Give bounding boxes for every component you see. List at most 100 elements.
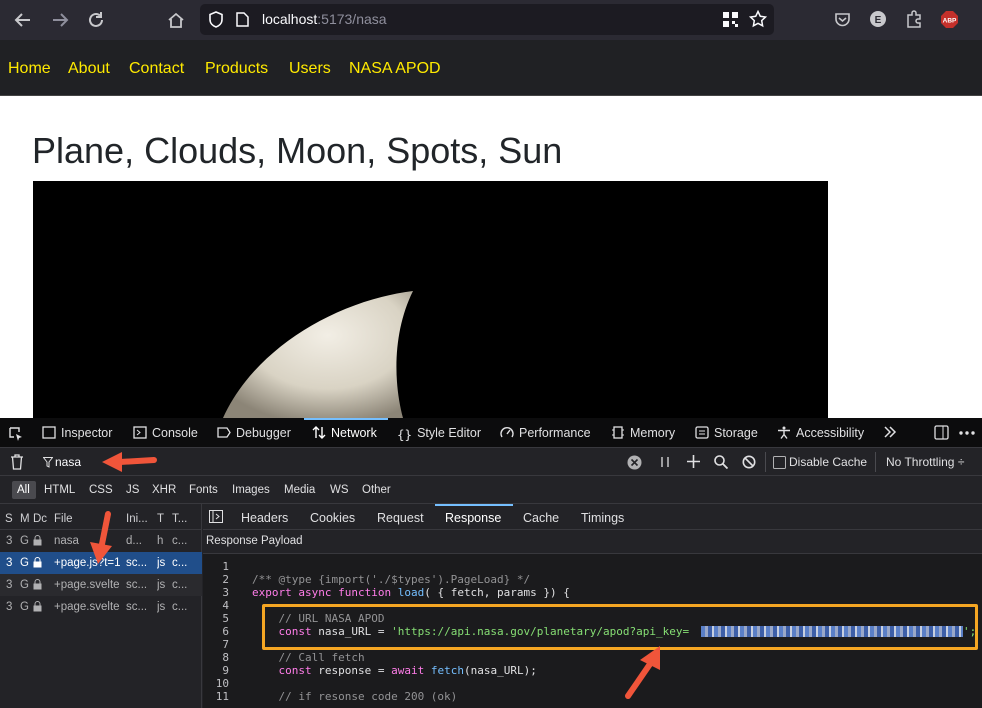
- code-text: response =: [318, 664, 392, 677]
- nav-link-products[interactable]: Products: [205, 60, 268, 78]
- url-bar[interactable]: localhost:5173/nasa: [200, 4, 774, 35]
- code-keyword: await: [391, 664, 431, 677]
- cell-type: js: [157, 601, 166, 613]
- tab-debugger[interactable]: Debugger: [217, 426, 291, 440]
- cell-transferred: c...: [172, 601, 188, 613]
- extension-e-icon[interactable]: E: [869, 10, 887, 28]
- type-filter-ws[interactable]: WS: [330, 484, 349, 496]
- tab-performance[interactable]: Performance: [500, 426, 591, 440]
- filter-urls-input[interactable]: [55, 454, 615, 470]
- request-list: S M Dc File Ini... T T... 3 G nasa d... …: [0, 504, 202, 708]
- col-file[interactable]: File: [54, 513, 73, 525]
- tab-cache[interactable]: Cache: [523, 511, 559, 525]
- type-filter-media[interactable]: Media: [284, 484, 315, 496]
- response-payload-label: Response Payload: [206, 535, 303, 547]
- table-row[interactable]: 3 G +page.svelte sc... js c...: [0, 596, 202, 618]
- block-icon[interactable]: [742, 455, 756, 469]
- overflow-chevrons-icon[interactable]: [883, 425, 897, 439]
- response-payload-header[interactable]: Response Payload: [203, 530, 982, 554]
- svg-text:E: E: [875, 15, 882, 26]
- adblock-plus-icon[interactable]: ABP: [940, 10, 959, 29]
- nav-link-contact[interactable]: Contact: [129, 60, 184, 78]
- type-filter-images[interactable]: Images: [232, 484, 270, 496]
- tab-style-editor[interactable]: {} Style Editor: [397, 426, 481, 442]
- search-icon[interactable]: [714, 455, 728, 469]
- back-icon[interactable]: [14, 12, 32, 28]
- clear-filter-icon[interactable]: [627, 455, 642, 470]
- pocket-icon[interactable]: [834, 11, 851, 28]
- trash-icon[interactable]: [10, 454, 24, 470]
- element-picker-icon[interactable]: [8, 426, 24, 442]
- network-icon: [312, 426, 326, 439]
- storage-icon: [695, 426, 709, 439]
- cell-file: +page.svelte: [54, 579, 120, 591]
- tab-storage[interactable]: Storage: [695, 426, 758, 440]
- reload-icon[interactable]: [87, 11, 105, 29]
- disable-cache-checkbox[interactable]: [773, 456, 786, 469]
- type-filter-other[interactable]: Other: [362, 484, 391, 496]
- col-method[interactable]: M: [20, 513, 30, 525]
- col-domain[interactable]: Dc: [33, 513, 47, 525]
- type-filter-css[interactable]: CSS: [89, 484, 113, 496]
- col-status[interactable]: S: [5, 513, 13, 525]
- tab-accessibility[interactable]: Accessibility: [777, 426, 864, 440]
- tab-cookies[interactable]: Cookies: [310, 511, 355, 525]
- cell-method: G: [20, 601, 29, 613]
- nav-link-home[interactable]: Home: [8, 60, 51, 78]
- cell-initiator: d...: [126, 535, 142, 547]
- disable-cache-label[interactable]: Disable Cache: [789, 455, 867, 469]
- toggle-sidebar-icon[interactable]: [209, 510, 223, 523]
- table-row[interactable]: 3 G nasa d... h c...: [0, 530, 202, 552]
- table-row-selected[interactable]: 3 G +page.js?t=1 sc... js c...: [0, 552, 202, 574]
- tab-headers[interactable]: Headers: [241, 511, 288, 525]
- tab-inspector[interactable]: Inspector: [42, 426, 112, 440]
- tab-label: Memory: [630, 426, 676, 440]
- tab-response[interactable]: Response: [445, 511, 501, 525]
- page-title: Plane, Clouds, Moon, Spots, Sun: [32, 130, 563, 171]
- nav-link-nasa-apod[interactable]: NASA APOD: [349, 60, 441, 78]
- forward-icon[interactable]: [51, 12, 69, 28]
- plus-icon[interactable]: [687, 455, 700, 468]
- tab-console[interactable]: Console: [133, 426, 198, 440]
- col-type[interactable]: T: [157, 513, 164, 525]
- more-options-icon[interactable]: [959, 431, 975, 435]
- shield-icon[interactable]: [208, 11, 224, 28]
- url-host: localhost: [262, 11, 318, 27]
- table-row[interactable]: 3 G +page.svelte sc... js c...: [0, 574, 202, 596]
- cell-method: G: [20, 579, 29, 591]
- qr-code-icon[interactable]: [723, 12, 738, 27]
- type-filter-xhr[interactable]: XHR: [152, 484, 176, 496]
- nav-link-about[interactable]: About: [68, 60, 110, 78]
- page-icon[interactable]: [236, 12, 249, 27]
- cell-initiator: sc...: [126, 557, 148, 569]
- type-filter-js[interactable]: JS: [126, 484, 139, 496]
- home-icon[interactable]: [167, 11, 185, 29]
- extensions-puzzle-icon[interactable]: [905, 10, 923, 28]
- line-number: 4: [222, 599, 229, 612]
- tab-memory[interactable]: Memory: [611, 426, 675, 440]
- site-navbar: Home About Contact Products Users NASA A…: [0, 40, 982, 96]
- tab-label: Storage: [714, 426, 758, 440]
- svg-text:ABP: ABP: [943, 18, 957, 25]
- response-code-viewer[interactable]: 1 2 /** @type {import('./$types').PageLo…: [203, 554, 982, 708]
- type-filter-all[interactable]: All: [17, 484, 30, 496]
- memory-chip-icon: [611, 426, 625, 439]
- col-initiator[interactable]: Ini...: [126, 513, 148, 525]
- cell-method: G: [20, 535, 29, 547]
- tab-network[interactable]: Network: [312, 426, 377, 440]
- type-filter-fonts[interactable]: Fonts: [189, 484, 218, 496]
- code-function: fetch: [430, 664, 464, 677]
- dock-layout-icon[interactable]: [934, 425, 949, 440]
- nav-link-users[interactable]: Users: [289, 60, 331, 78]
- bookmark-star-icon[interactable]: [749, 10, 767, 28]
- devtools-tabbar: Inspector Console Debugger Network {} Sty…: [0, 418, 982, 448]
- throttling-select[interactable]: No Throttling ÷: [886, 455, 964, 469]
- tab-request[interactable]: Request: [377, 511, 424, 525]
- tab-label: Inspector: [61, 426, 113, 440]
- tab-timings[interactable]: Timings: [581, 511, 624, 525]
- console-icon: [133, 426, 147, 439]
- code-keyword: export async function: [252, 586, 398, 599]
- type-filter-html[interactable]: HTML: [44, 484, 75, 496]
- pause-icon[interactable]: [660, 456, 670, 468]
- col-transferred[interactable]: T...: [172, 513, 187, 525]
